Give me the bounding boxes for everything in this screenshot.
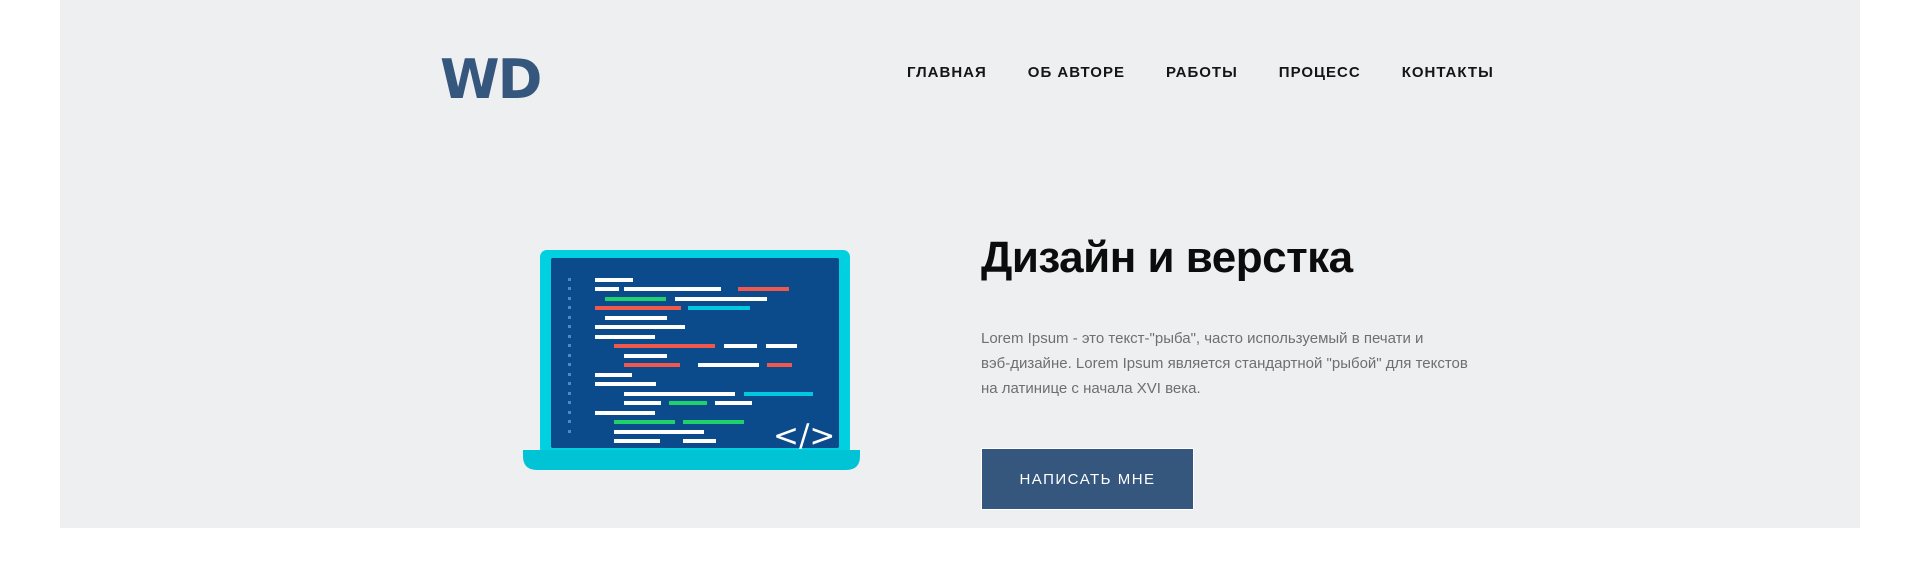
logo[interactable]: WD xyxy=(440,54,540,104)
nav-item-process[interactable]: ПРОЦЕСС xyxy=(1279,64,1361,82)
hero-description: Lorem Ipsum - это текст-"рыба", часто ис… xyxy=(981,326,1481,401)
hero-description-line: Lorem Ipsum - это текст-"рыба", часто ис… xyxy=(981,330,1424,347)
hero-title: Дизайн и верстка xyxy=(981,233,1353,282)
hero-description-line: на латинице с начала XVI века. xyxy=(981,380,1201,397)
laptop-code-illustration: </> xyxy=(523,250,860,470)
nav-item-works[interactable]: РАБОТЫ xyxy=(1166,64,1238,82)
write-me-button[interactable]: НАПИСАТЬ МНЕ xyxy=(981,448,1194,510)
hero-description-line: вэб-дизайне. Lorem Ipsum является станда… xyxy=(981,355,1468,372)
code-tag-icon: </> xyxy=(773,418,835,454)
nav-item-about[interactable]: ОБ АВТОРЕ xyxy=(1028,64,1125,82)
logo-text: WD xyxy=(440,54,540,104)
nav-item-contacts[interactable]: КОНТАКТЫ xyxy=(1402,64,1494,82)
nav-item-home[interactable]: ГЛАВНАЯ xyxy=(907,64,987,82)
page: WD ГЛАВНАЯ ОБ АВТОРЕ РАБОТЫ ПРОЦЕСС КОНТ… xyxy=(0,0,1919,563)
main-nav: ГЛАВНАЯ ОБ АВТОРЕ РАБОТЫ ПРОЦЕСС КОНТАКТ… xyxy=(907,64,1494,82)
